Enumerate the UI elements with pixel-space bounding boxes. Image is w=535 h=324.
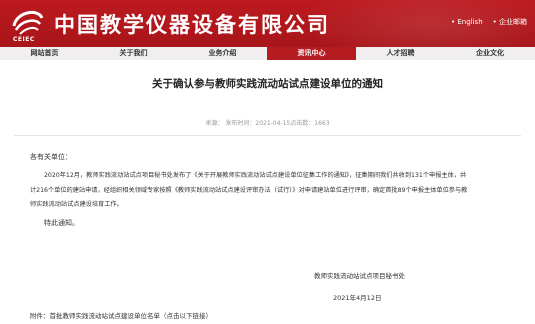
nav-item-home[interactable]: 网站首页: [0, 47, 89, 60]
article-meta: 来源： 发布时间：2021-04-15点击数：1663: [205, 120, 330, 127]
main-nav: 网站首页 关于我们 业务介绍 资讯中心 人才招聘 企业文化: [0, 47, 535, 60]
body-line-2: 计216个单位的建站申请，经组织相关领域专家按照《教师实践流动站试点建设评审办法…: [30, 187, 468, 194]
signature: 教师实践流动站试点项目秘书处: [314, 272, 405, 280]
nav-item-careers[interactable]: 人才招聘: [356, 47, 445, 60]
top-links: • English • 企业邮箱: [451, 17, 527, 27]
nav-item-culture[interactable]: 企业文化: [445, 47, 535, 60]
body-line-1: 2020年12月，教师实践流动站试点项目秘书处发布了《关于开展教师实践流动站试点…: [44, 172, 467, 179]
nav-item-news[interactable]: 资讯中心: [267, 47, 356, 60]
company-logo-icon[interactable]: [10, 4, 46, 40]
nav-item-business[interactable]: 业务介绍: [178, 47, 267, 60]
date: 2021年4月12日: [333, 294, 382, 302]
salutation: 各有关单位：: [30, 153, 72, 161]
content-divider: [14, 135, 521, 136]
english-link[interactable]: • English: [451, 18, 483, 26]
article-title: 关于确认参与教师实践流动站试点建设单位的通知: [152, 78, 383, 90]
logo-text: CEIEC: [13, 36, 35, 43]
body-line-3: 师实践流动站试点建设培育工作。: [30, 201, 123, 208]
closing-text: 特此通知。: [44, 219, 79, 227]
site-header: CEIEC 中国教学仪器设备有限公司 • English • 企业邮箱: [0, 0, 535, 47]
attachment-text[interactable]: 附件：首批教师实践流动站试点建设单位名单（点击以下链接）: [30, 310, 212, 320]
site-title: 中国教学仪器设备有限公司: [54, 12, 330, 37]
nav-item-about[interactable]: 关于我们: [89, 47, 178, 60]
company-mail-link[interactable]: • 企业邮箱: [493, 17, 527, 27]
